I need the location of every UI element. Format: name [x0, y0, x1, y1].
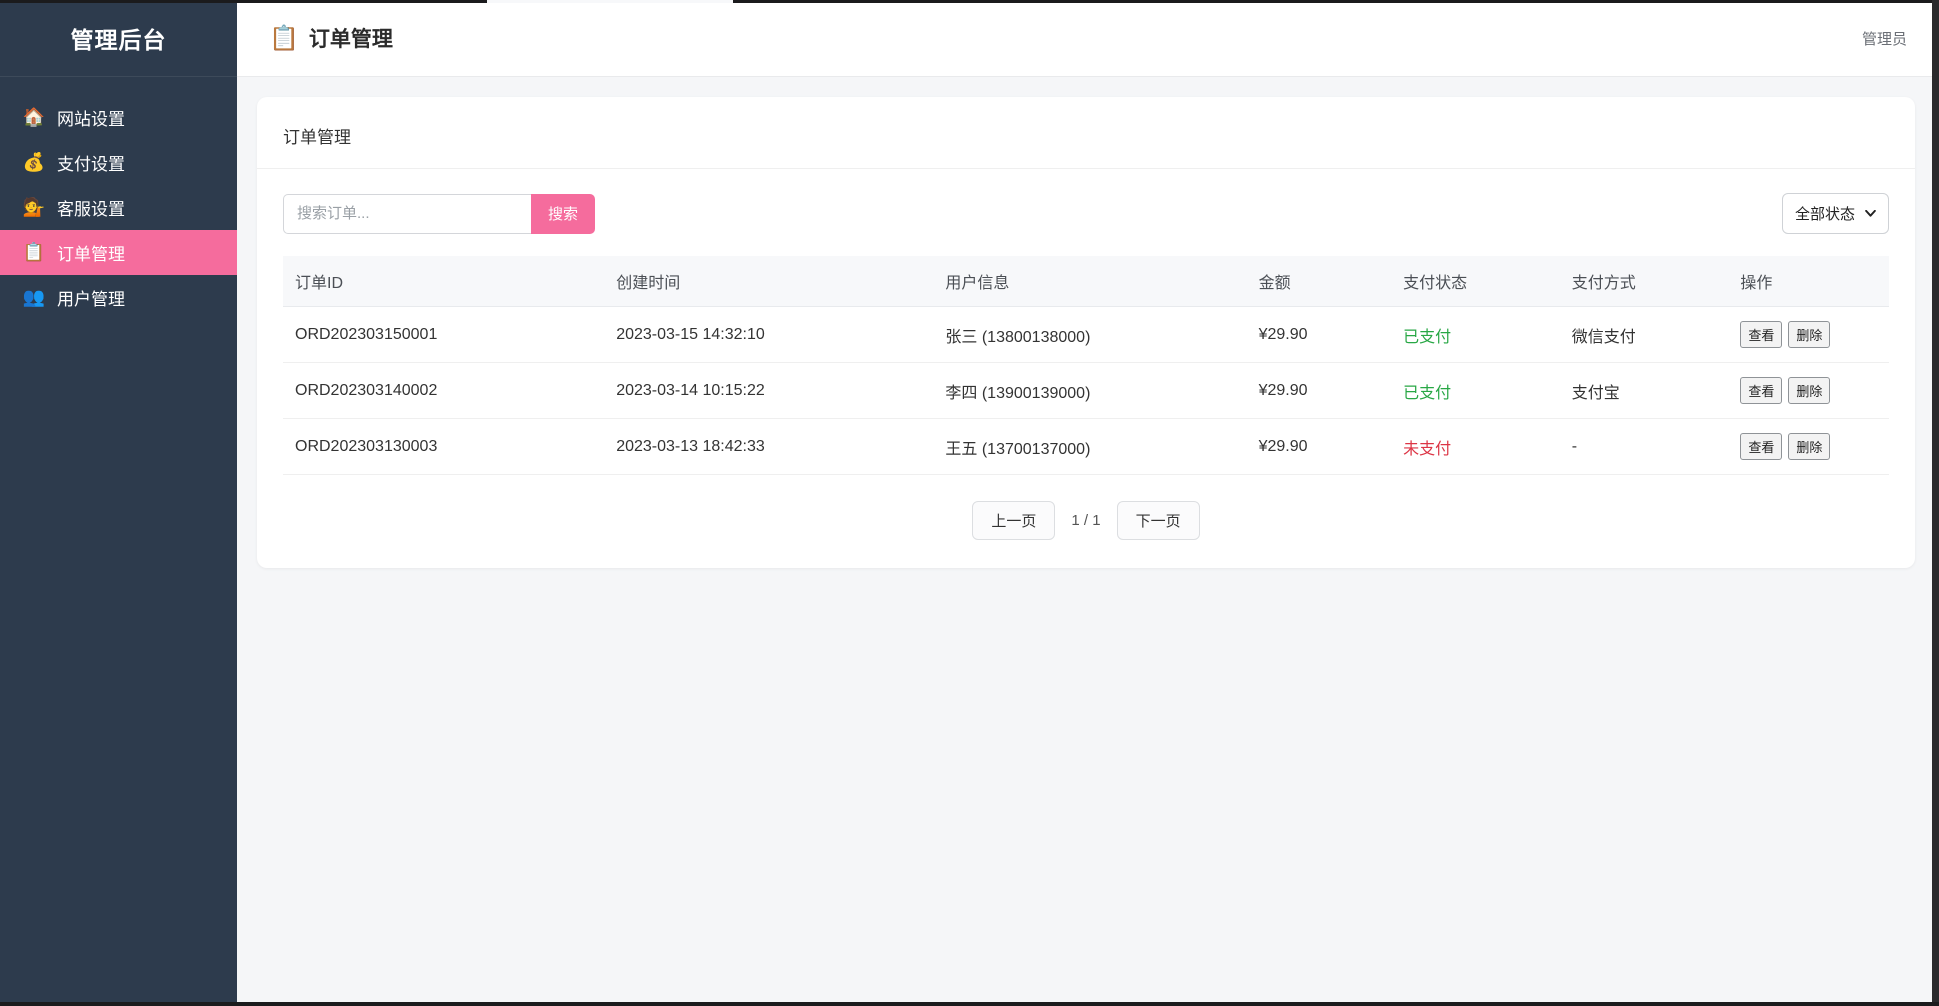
search-input[interactable]: [283, 194, 531, 234]
sidebar-item-label: 网站设置: [57, 105, 125, 130]
payment-method: 微信支付: [1560, 307, 1729, 363]
created-time: 2023-03-13 18:42:33: [604, 419, 933, 475]
chevron-down-icon: [1865, 210, 1876, 217]
search-button[interactable]: 搜索: [531, 194, 595, 234]
created-time: 2023-03-14 10:15:22: [604, 363, 933, 419]
view-button[interactable]: 查看: [1740, 377, 1782, 404]
column-header: 金额: [1247, 256, 1392, 307]
sidebar-item-5[interactable]: 👥 用户管理: [0, 275, 237, 320]
user-info: 张三 (13800138000): [933, 307, 1246, 363]
column-header: 支付状态: [1391, 256, 1560, 307]
pagination: 上一页 1 / 1 下一页: [257, 501, 1915, 540]
amount: ¥29.90: [1247, 307, 1392, 363]
window-scrollbar-edge: [1932, 0, 1939, 1006]
main-area: 📋 订单管理 管理员 订单管理 搜索 全部状态 订单ID: [237, 0, 1939, 1006]
order-id: ORD202303150001: [283, 307, 604, 363]
users-icon: 👥: [22, 287, 46, 308]
actions-cell: 查看删除: [1728, 307, 1889, 363]
sidebar-item-label: 客服设置: [57, 195, 125, 220]
column-header: 支付方式: [1560, 256, 1729, 307]
clipboard-icon: 📋: [22, 242, 46, 263]
orders-table: 订单ID创建时间用户信息金额支付状态支付方式操作 ORD202303150001…: [283, 256, 1889, 475]
page-indicator: 1 / 1: [1071, 512, 1100, 529]
house-icon: 🏠: [22, 107, 46, 128]
sidebar-item-label: 用户管理: [57, 285, 125, 310]
actions-cell: 查看删除: [1728, 419, 1889, 475]
user-info: 李四 (13900139000): [933, 363, 1246, 419]
payment-status: 已支付: [1391, 363, 1560, 419]
money-bag-icon: 💰: [22, 152, 46, 173]
sidebar-item-label: 订单管理: [57, 240, 125, 265]
header-bar: 📋 订单管理 管理员: [237, 0, 1939, 77]
column-header: 创建时间: [604, 256, 933, 307]
column-header: 操作: [1728, 256, 1889, 307]
prev-page-button[interactable]: 上一页: [972, 501, 1055, 540]
table-row: ORD2023031500012023-03-15 14:32:10张三 (13…: [283, 307, 1889, 363]
delete-button[interactable]: 删除: [1788, 377, 1830, 404]
search-group: 搜索: [283, 194, 595, 234]
payment-method: -: [1560, 419, 1729, 475]
payment-status: 已支付: [1391, 307, 1560, 363]
sidebar-item-3[interactable]: 💁 客服设置: [0, 185, 237, 230]
window-bottom-edge: [0, 1002, 1939, 1006]
table-header-row: 订单ID创建时间用户信息金额支付状态支付方式操作: [283, 256, 1889, 307]
payment-status: 未支付: [1391, 419, 1560, 475]
column-header: 订单ID: [283, 256, 604, 307]
amount: ¥29.90: [1247, 363, 1392, 419]
toolbar: 搜索 全部状态: [257, 169, 1915, 256]
delete-button[interactable]: 删除: [1788, 433, 1830, 460]
next-page-button[interactable]: 下一页: [1117, 501, 1200, 540]
support-person-icon: 💁: [22, 197, 46, 218]
admin-app: 管理后台 🏠 网站设置 💰 支付设置 💁 客服设置 📋 订单管理 👥 用户管理 📋 订单管理 管理…: [0, 0, 1939, 1006]
created-time: 2023-03-15 14:32:10: [604, 307, 933, 363]
status-filter-select[interactable]: 全部状态: [1782, 193, 1889, 234]
sidebar-item-label: 支付设置: [57, 150, 125, 175]
clipboard-icon: 📋: [269, 24, 299, 53]
current-user-label: 管理员: [1862, 28, 1907, 49]
table-row: ORD2023031400022023-03-14 10:15:22李四 (13…: [283, 363, 1889, 419]
column-header: 用户信息: [933, 256, 1246, 307]
delete-button[interactable]: 删除: [1788, 321, 1830, 348]
sidebar: 管理后台 🏠 网站设置 💰 支付设置 💁 客服设置 📋 订单管理 👥 用户管理: [0, 0, 237, 1006]
payment-method: 支付宝: [1560, 363, 1729, 419]
sidebar-item-4[interactable]: 📋 订单管理: [0, 230, 237, 275]
order-id: ORD202303140002: [283, 363, 604, 419]
user-info: 王五 (13700137000): [933, 419, 1246, 475]
actions-cell: 查看删除: [1728, 363, 1889, 419]
sidebar-menu: 🏠 网站设置 💰 支付设置 💁 客服设置 📋 订单管理 👥 用户管理: [0, 95, 237, 320]
sidebar-item-1[interactable]: 🏠 网站设置: [0, 95, 237, 140]
amount: ¥29.90: [1247, 419, 1392, 475]
app-title: 管理后台: [0, 0, 237, 77]
panel-title: 订单管理: [257, 97, 1915, 169]
window-top-edge: [0, 0, 1939, 3]
page-title: 订单管理: [309, 23, 393, 53]
window-top-edge-gap: [487, 0, 733, 3]
orders-panel: 订单管理 搜索 全部状态 订单ID创建时间用户信息金额支付状态支付方式操作 OR…: [257, 97, 1915, 568]
status-filter-value: 全部状态: [1795, 203, 1855, 224]
view-button[interactable]: 查看: [1740, 433, 1782, 460]
order-id: ORD202303130003: [283, 419, 604, 475]
table-row: ORD2023031300032023-03-13 18:42:33王五 (13…: [283, 419, 1889, 475]
sidebar-item-2[interactable]: 💰 支付设置: [0, 140, 237, 185]
view-button[interactable]: 查看: [1740, 321, 1782, 348]
